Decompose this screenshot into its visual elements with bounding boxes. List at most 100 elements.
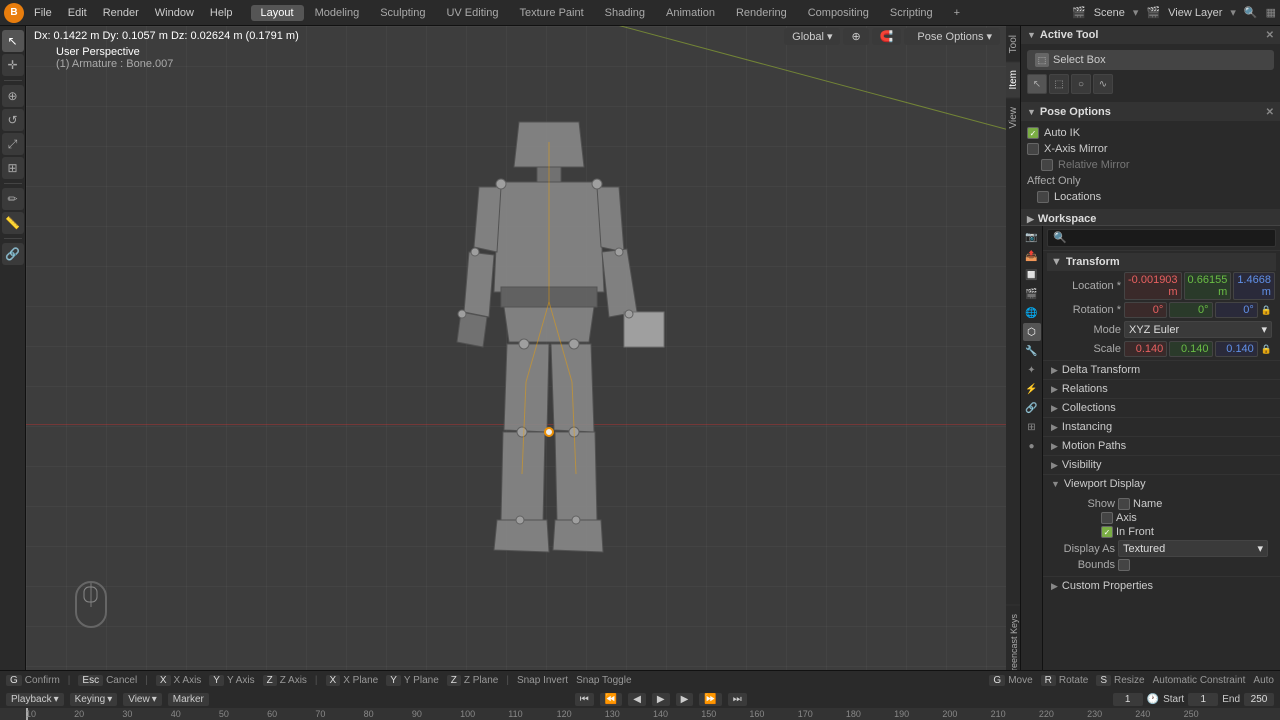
tab-sculpting[interactable]: Sculpting [370, 5, 435, 21]
current-frame-field[interactable]: 1 [1113, 693, 1143, 706]
blender-logo-icon[interactable]: B [4, 3, 24, 23]
workspace-header[interactable]: ▶ Workspace [1021, 210, 1280, 226]
engine-selector[interactable]: 🎬 [1072, 6, 1086, 19]
in-front-checkbox[interactable]: ✓ [1101, 526, 1113, 538]
start-frame-field[interactable]: 1 [1188, 693, 1218, 706]
tool-move[interactable]: ⊕ [2, 85, 24, 107]
scale-lock[interactable]: 🔒 [1261, 344, 1272, 355]
auto-ik-checkbox[interactable]: ✓ [1027, 127, 1039, 139]
location-x-value[interactable]: -0.001903 m [1124, 272, 1182, 300]
prop-icon-particles[interactable]: ✦ [1023, 361, 1041, 379]
tl-keying-btn[interactable]: Keying ▾ [70, 693, 118, 706]
x-axis-mirror-checkbox[interactable] [1027, 143, 1039, 155]
viewport-global-btn[interactable]: Global ▾ [784, 28, 840, 45]
filter-icon[interactable]: ▦ [1266, 6, 1276, 19]
delta-transform-header[interactable]: ▶ Delta Transform [1043, 361, 1280, 379]
icon-btn-select[interactable]: ↖ [1027, 74, 1047, 94]
visibility-header[interactable]: ▶ Visibility [1043, 456, 1280, 474]
icon-btn-circle[interactable]: ○ [1071, 74, 1091, 94]
rotation-lock[interactable]: 🔒 [1261, 305, 1272, 316]
prop-icon-view-layer[interactable]: 🔲 [1023, 266, 1041, 284]
display-as-dropdown[interactable]: Textured ▾ [1118, 540, 1268, 557]
tl-jump-end[interactable]: ⏭ [728, 693, 747, 706]
pose-options-collapse[interactable]: ✕ [1266, 107, 1274, 118]
viewport-tab-view[interactable]: View [1006, 98, 1020, 137]
properties-search-input[interactable] [1047, 229, 1276, 247]
pose-options-header[interactable]: ▼ Pose Options ✕ [1021, 103, 1280, 121]
tl-play[interactable]: ▶ [652, 693, 670, 706]
search-icon[interactable]: 🔍 [1244, 6, 1258, 19]
prop-icon-modifier[interactable]: 🔧 [1023, 342, 1041, 360]
instancing-header[interactable]: ▶ Instancing [1043, 418, 1280, 436]
tl-prev-frame[interactable]: ⏪ [600, 693, 622, 706]
tab-plus[interactable]: + [944, 5, 970, 21]
tool-cursor[interactable]: ✛ [2, 54, 24, 76]
viewport-tab-item[interactable]: Item [1006, 61, 1020, 97]
tab-shading[interactable]: Shading [595, 5, 655, 21]
icon-btn-lasso[interactable]: ∿ [1093, 74, 1113, 94]
active-tool-collapse[interactable]: ✕ [1266, 30, 1274, 41]
menu-window[interactable]: Window [147, 5, 202, 21]
viewport-xyz-btn[interactable]: ⊕ [843, 28, 868, 45]
locations-checkbox[interactable] [1037, 191, 1049, 203]
tab-rendering[interactable]: Rendering [726, 5, 797, 21]
prop-icon-material[interactable]: ● [1023, 437, 1041, 455]
prop-icon-physics[interactable]: ⚡ [1023, 380, 1041, 398]
custom-properties-header[interactable]: ▶ Custom Properties [1043, 577, 1280, 595]
tl-prev-keyframe[interactable]: ◀ [628, 693, 646, 706]
menu-help[interactable]: Help [202, 5, 241, 21]
collections-header[interactable]: ▶ Collections [1043, 399, 1280, 417]
bounds-checkbox[interactable] [1118, 559, 1130, 571]
motion-paths-header[interactable]: ▶ Motion Paths [1043, 437, 1280, 455]
rotation-z-value[interactable]: 0° [1215, 302, 1258, 318]
tab-scripting[interactable]: Scripting [880, 5, 943, 21]
prop-icon-world[interactable]: 🌐 [1023, 304, 1041, 322]
scene-dropdown[interactable]: ▾ [1133, 6, 1139, 19]
tl-marker-btn[interactable]: Marker [168, 693, 209, 706]
tool-rotate[interactable]: ↺ [2, 109, 24, 131]
mode-dropdown[interactable]: XYZ Euler ▾ [1124, 321, 1272, 338]
tl-jump-start[interactable]: ⏮ [575, 693, 594, 706]
tl-playback-btn[interactable]: Playback ▾ [6, 693, 64, 706]
select-box-btn[interactable]: ⬚ Select Box [1027, 50, 1274, 70]
viewport-display-header[interactable]: ▼ Viewport Display [1043, 475, 1280, 493]
scale-z-value[interactable]: 0.140 [1215, 341, 1258, 357]
tool-relation[interactable]: 🔗 [2, 243, 24, 265]
active-tool-header[interactable]: ▼ Active Tool ✕ [1021, 26, 1280, 44]
tool-select[interactable]: ↖ [2, 30, 24, 52]
location-y-value[interactable]: 0.66155 m [1184, 272, 1232, 300]
viewport[interactable]: Dx: 0.1422 m Dy: 0.1057 m Dz: 0.02624 m … [26, 26, 1020, 690]
icon-btn-box[interactable]: ⬚ [1049, 74, 1069, 94]
tab-texture-paint[interactable]: Texture Paint [509, 5, 593, 21]
tab-compositing[interactable]: Compositing [798, 5, 879, 21]
scale-x-value[interactable]: 0.140 [1124, 341, 1167, 357]
tl-next-keyframe[interactable]: ▶ [676, 693, 694, 706]
scale-y-value[interactable]: 0.140 [1169, 341, 1212, 357]
tl-next-frame[interactable]: ⏩ [699, 693, 721, 706]
tab-uv-editing[interactable]: UV Editing [436, 5, 508, 21]
tool-measure[interactable]: 📏 [2, 212, 24, 234]
rotation-y-value[interactable]: 0° [1169, 302, 1212, 318]
tl-view-btn[interactable]: View ▾ [123, 693, 162, 706]
viewport-tab-tool[interactable]: Tool [1006, 26, 1020, 61]
relative-mirror-checkbox[interactable] [1041, 159, 1053, 171]
prop-icon-constraints[interactable]: 🔗 [1023, 399, 1041, 417]
viewport-snap-btn[interactable]: 🧲 [872, 28, 902, 45]
tab-layout[interactable]: Layout [251, 5, 304, 21]
prop-icon-output[interactable]: 📤 [1023, 247, 1041, 265]
end-frame-field[interactable]: 250 [1244, 693, 1274, 706]
prop-icon-scene[interactable]: 🎬 [1023, 285, 1041, 303]
menu-render[interactable]: Render [95, 5, 147, 21]
menu-edit[interactable]: Edit [60, 5, 95, 21]
prop-icon-data[interactable]: ⊞ [1023, 418, 1041, 436]
prop-icon-render[interactable]: 📷 [1023, 228, 1041, 246]
axis-checkbox[interactable] [1101, 512, 1113, 524]
prop-icon-object[interactable]: ⬡ [1023, 323, 1041, 341]
rotation-x-value[interactable]: 0° [1124, 302, 1167, 318]
tool-scale[interactable]: ⤢ [2, 133, 24, 155]
location-z-value[interactable]: 1.4668 m [1233, 272, 1275, 300]
transform-header[interactable]: ▼ Transform [1047, 253, 1276, 271]
name-checkbox[interactable] [1118, 498, 1130, 510]
timeline-ruler[interactable]: 10 20 30 40 50 60 70 80 90 100 110 120 1… [0, 708, 1280, 720]
pose-options-btn[interactable]: Pose Options ▾ [909, 28, 1000, 45]
